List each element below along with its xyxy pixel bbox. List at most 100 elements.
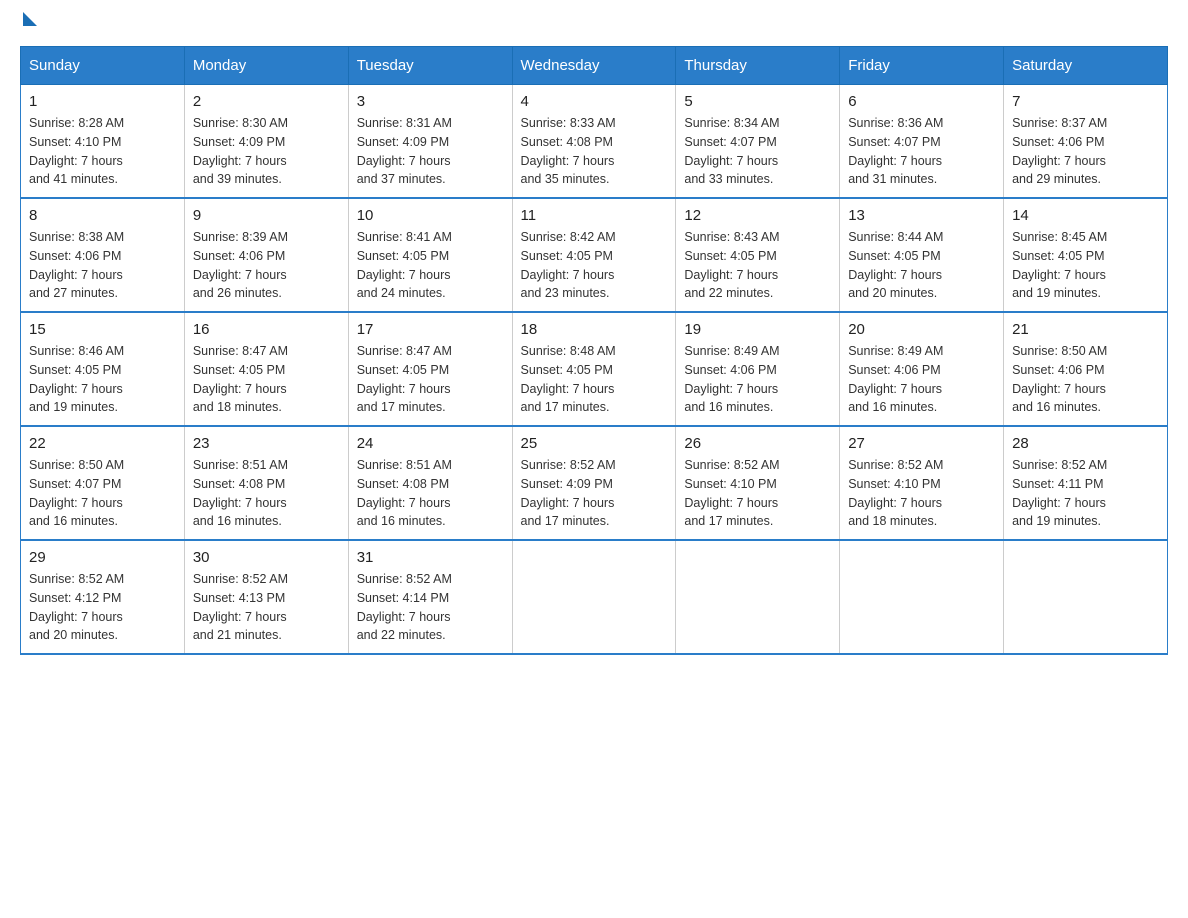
day-cell: 7 Sunrise: 8:37 AMSunset: 4:06 PMDaylight…: [1004, 85, 1168, 199]
day-cell: 26 Sunrise: 8:52 AMSunset: 4:10 PMDayligh…: [676, 426, 840, 540]
header-cell-tuesday: Tuesday: [348, 47, 512, 85]
week-row-5: 29 Sunrise: 8:52 AMSunset: 4:12 PMDayligh…: [21, 540, 1168, 654]
day-cell: 8 Sunrise: 8:38 AMSunset: 4:06 PMDaylight…: [21, 198, 185, 312]
day-number: 29: [29, 549, 176, 566]
header-row: SundayMondayTuesdayWednesdayThursdayFrid…: [21, 47, 1168, 85]
day-number: 27: [848, 435, 995, 452]
day-cell: 5 Sunrise: 8:34 AMSunset: 4:07 PMDaylight…: [676, 85, 840, 199]
day-info: Sunrise: 8:50 AMSunset: 4:07 PMDaylight:…: [29, 458, 124, 528]
day-info: Sunrise: 8:33 AMSunset: 4:08 PMDaylight:…: [521, 116, 616, 186]
day-number: 2: [193, 93, 340, 110]
day-info: Sunrise: 8:31 AMSunset: 4:09 PMDaylight:…: [357, 116, 452, 186]
day-number: 18: [521, 321, 668, 338]
day-cell: 2 Sunrise: 8:30 AMSunset: 4:09 PMDaylight…: [184, 85, 348, 199]
day-cell: 3Sunrise: 8:31 AMSunset: 4:09 PMDaylight…: [348, 85, 512, 199]
day-cell: 12Sunrise: 8:43 AMSunset: 4:05 PMDayligh…: [676, 198, 840, 312]
day-number: 1: [29, 93, 176, 110]
day-number: 12: [684, 207, 831, 224]
day-info: Sunrise: 8:47 AMSunset: 4:05 PMDaylight:…: [193, 344, 288, 414]
header-cell-wednesday: Wednesday: [512, 47, 676, 85]
day-info: Sunrise: 8:37 AMSunset: 4:06 PMDaylight:…: [1012, 116, 1107, 186]
day-cell: 14 Sunrise: 8:45 AMSunset: 4:05 PMDayligh…: [1004, 198, 1168, 312]
day-cell: [676, 540, 840, 654]
day-info: Sunrise: 8:46 AMSunset: 4:05 PMDaylight:…: [29, 344, 124, 414]
day-number: 7: [1012, 93, 1159, 110]
day-number: 24: [357, 435, 504, 452]
day-info: Sunrise: 8:52 AMSunset: 4:13 PMDaylight:…: [193, 572, 288, 642]
day-cell: 22 Sunrise: 8:50 AMSunset: 4:07 PMDayligh…: [21, 426, 185, 540]
day-cell: 15 Sunrise: 8:46 AMSunset: 4:05 PMDayligh…: [21, 312, 185, 426]
header-cell-thursday: Thursday: [676, 47, 840, 85]
day-info: Sunrise: 8:48 AMSunset: 4:05 PMDaylight:…: [521, 344, 616, 414]
day-cell: 20 Sunrise: 8:49 AMSunset: 4:06 PMDayligh…: [840, 312, 1004, 426]
day-number: 23: [193, 435, 340, 452]
day-info: Sunrise: 8:52 AMSunset: 4:11 PMDaylight:…: [1012, 458, 1107, 528]
day-number: 31: [357, 549, 504, 566]
header-cell-saturday: Saturday: [1004, 47, 1168, 85]
day-cell: 29 Sunrise: 8:52 AMSunset: 4:12 PMDayligh…: [21, 540, 185, 654]
day-number: 26: [684, 435, 831, 452]
day-cell: 10 Sunrise: 8:41 AMSunset: 4:05 PMDayligh…: [348, 198, 512, 312]
day-cell: 23 Sunrise: 8:51 AMSunset: 4:08 PMDayligh…: [184, 426, 348, 540]
day-info: Sunrise: 8:52 AMSunset: 4:09 PMDaylight:…: [521, 458, 616, 528]
day-info: Sunrise: 8:51 AMSunset: 4:08 PMDaylight:…: [193, 458, 288, 528]
day-info: Sunrise: 8:51 AMSunset: 4:08 PMDaylight:…: [357, 458, 452, 528]
day-cell: [512, 540, 676, 654]
day-cell: 6 Sunrise: 8:36 AMSunset: 4:07 PMDaylight…: [840, 85, 1004, 199]
day-cell: 24 Sunrise: 8:51 AMSunset: 4:08 PMDayligh…: [348, 426, 512, 540]
week-row-4: 22 Sunrise: 8:50 AMSunset: 4:07 PMDayligh…: [21, 426, 1168, 540]
day-cell: 30Sunrise: 8:52 AMSunset: 4:13 PMDayligh…: [184, 540, 348, 654]
day-info: Sunrise: 8:50 AMSunset: 4:06 PMDaylight:…: [1012, 344, 1107, 414]
day-number: 10: [357, 207, 504, 224]
day-number: 22: [29, 435, 176, 452]
day-cell: [840, 540, 1004, 654]
week-row-1: 1Sunrise: 8:28 AMSunset: 4:10 PMDaylight…: [21, 85, 1168, 199]
calendar-table: SundayMondayTuesdayWednesdayThursdayFrid…: [20, 46, 1168, 655]
day-info: Sunrise: 8:42 AMSunset: 4:05 PMDaylight:…: [521, 230, 616, 300]
day-info: Sunrise: 8:30 AMSunset: 4:09 PMDaylight:…: [193, 116, 288, 186]
day-info: Sunrise: 8:52 AMSunset: 4:12 PMDaylight:…: [29, 572, 124, 642]
day-number: 4: [521, 93, 668, 110]
page-header: [20, 20, 1168, 26]
day-cell: 1Sunrise: 8:28 AMSunset: 4:10 PMDaylight…: [21, 85, 185, 199]
calendar-header: SundayMondayTuesdayWednesdayThursdayFrid…: [21, 47, 1168, 85]
day-number: 17: [357, 321, 504, 338]
day-cell: [1004, 540, 1168, 654]
week-row-3: 15 Sunrise: 8:46 AMSunset: 4:05 PMDayligh…: [21, 312, 1168, 426]
header-cell-monday: Monday: [184, 47, 348, 85]
day-cell: 19Sunrise: 8:49 AMSunset: 4:06 PMDayligh…: [676, 312, 840, 426]
day-number: 5: [684, 93, 831, 110]
day-cell: 9Sunrise: 8:39 AMSunset: 4:06 PMDaylight…: [184, 198, 348, 312]
day-cell: 25Sunrise: 8:52 AMSunset: 4:09 PMDayligh…: [512, 426, 676, 540]
day-cell: 16Sunrise: 8:47 AMSunset: 4:05 PMDayligh…: [184, 312, 348, 426]
day-info: Sunrise: 8:45 AMSunset: 4:05 PMDaylight:…: [1012, 230, 1107, 300]
header-cell-sunday: Sunday: [21, 47, 185, 85]
day-cell: 31Sunrise: 8:52 AMSunset: 4:14 PMDayligh…: [348, 540, 512, 654]
day-info: Sunrise: 8:47 AMSunset: 4:05 PMDaylight:…: [357, 344, 452, 414]
day-number: 15: [29, 321, 176, 338]
day-number: 9: [193, 207, 340, 224]
day-cell: 18 Sunrise: 8:48 AMSunset: 4:05 PMDayligh…: [512, 312, 676, 426]
day-cell: 28Sunrise: 8:52 AMSunset: 4:11 PMDayligh…: [1004, 426, 1168, 540]
day-cell: 21 Sunrise: 8:50 AMSunset: 4:06 PMDayligh…: [1004, 312, 1168, 426]
day-info: Sunrise: 8:36 AMSunset: 4:07 PMDaylight:…: [848, 116, 943, 186]
day-info: Sunrise: 8:38 AMSunset: 4:06 PMDaylight:…: [29, 230, 124, 300]
day-number: 20: [848, 321, 995, 338]
day-cell: 11Sunrise: 8:42 AMSunset: 4:05 PMDayligh…: [512, 198, 676, 312]
day-number: 21: [1012, 321, 1159, 338]
day-info: Sunrise: 8:41 AMSunset: 4:05 PMDaylight:…: [357, 230, 452, 300]
logo-triangle-icon: [23, 12, 37, 26]
day-info: Sunrise: 8:52 AMSunset: 4:10 PMDaylight:…: [848, 458, 943, 528]
day-info: Sunrise: 8:44 AMSunset: 4:05 PMDaylight:…: [848, 230, 943, 300]
day-info: Sunrise: 8:49 AMSunset: 4:06 PMDaylight:…: [848, 344, 943, 414]
day-info: Sunrise: 8:52 AMSunset: 4:10 PMDaylight:…: [684, 458, 779, 528]
header-cell-friday: Friday: [840, 47, 1004, 85]
day-cell: 4 Sunrise: 8:33 AMSunset: 4:08 PMDaylight…: [512, 85, 676, 199]
calendar-body: 1Sunrise: 8:28 AMSunset: 4:10 PMDaylight…: [21, 85, 1168, 655]
day-number: 6: [848, 93, 995, 110]
day-number: 8: [29, 207, 176, 224]
logo: [20, 20, 37, 26]
day-info: Sunrise: 8:34 AMSunset: 4:07 PMDaylight:…: [684, 116, 779, 186]
day-cell: 17 Sunrise: 8:47 AMSunset: 4:05 PMDayligh…: [348, 312, 512, 426]
day-number: 14: [1012, 207, 1159, 224]
